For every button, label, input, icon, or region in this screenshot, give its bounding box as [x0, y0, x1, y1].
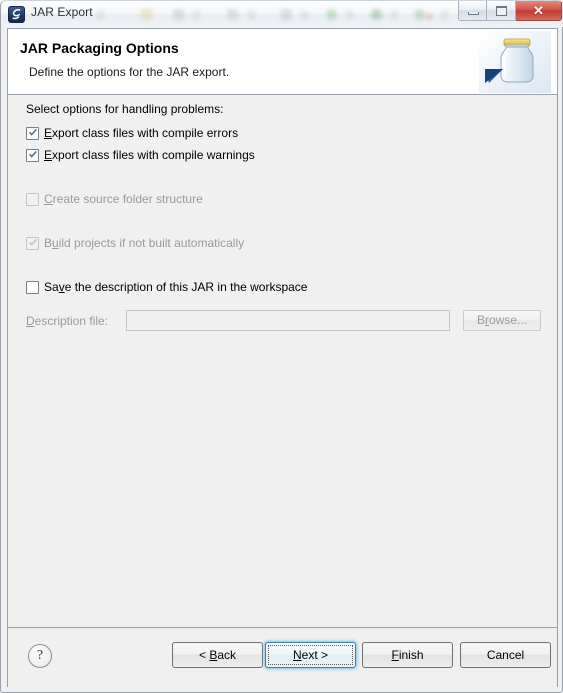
page-description: Define the options for the JAR export. — [29, 65, 230, 79]
label-start: Sa — [44, 280, 59, 294]
help-button[interactable]: ? — [28, 644, 52, 668]
checkmark-icon — [29, 129, 37, 136]
browse-button[interactable]: Browse... — [463, 310, 541, 331]
back-button[interactable]: < Back — [172, 642, 263, 668]
label-start: Cancel — [486, 648, 525, 662]
maximize-button[interactable] — [487, 1, 516, 21]
mnemonic-char: N — [292, 648, 302, 662]
checkbox-create-source-folder-structure: Create source folder structure — [26, 191, 203, 209]
wizard-header: JAR Packaging Options Define the options… — [8, 29, 557, 95]
maximize-icon — [496, 6, 507, 16]
mnemonic-char: D — [26, 314, 35, 328]
mnemonic-char: F — [391, 648, 399, 662]
dialog-screenshot: JAR Export ✕ JAR Packaging Options Defin… — [0, 0, 563, 693]
checkbox-box[interactable] — [26, 149, 39, 162]
cancel-button[interactable]: Cancel — [460, 642, 551, 668]
description-file-input[interactable] — [126, 310, 450, 331]
label-start: B — [476, 313, 485, 327]
description-file-row: Description file: Browse... — [26, 310, 541, 332]
dialog-content: JAR Packaging Options Define the options… — [7, 28, 558, 687]
page-title: JAR Packaging Options — [20, 40, 179, 56]
label-rest: ext > — [301, 648, 329, 662]
checkmark-icon — [29, 239, 37, 246]
minimize-button[interactable] — [458, 1, 487, 21]
checkbox-label: Build projects if not built automaticall… — [44, 235, 244, 252]
checkbox-build-projects-if-not-built: Build projects if not built automaticall… — [26, 235, 244, 253]
jar-export-window: JAR Export ✕ JAR Packaging Options Defin… — [0, 0, 563, 693]
label-rest: owse... — [489, 313, 528, 327]
mnemonic-char: E — [44, 126, 53, 140]
label-start: B — [44, 236, 53, 250]
section-label: Select options for handling problems: — [26, 102, 224, 116]
title-bar[interactable]: JAR Export ✕ — [1, 0, 563, 27]
checkbox-label: Export class files with compile warnings — [44, 147, 255, 164]
checkbox-export-compile-warnings[interactable]: Export class files with compile warnings — [26, 147, 255, 165]
next-button[interactable]: Next > — [265, 642, 356, 668]
checkbox-label: Export class files with compile errors — [44, 125, 238, 142]
checkbox-box — [26, 193, 39, 206]
label-rest: e the description of this JAR in the wor… — [64, 280, 308, 294]
checkmark-icon — [29, 151, 37, 158]
mnemonic-char: C — [44, 192, 53, 206]
mnemonic-char: u — [52, 236, 59, 250]
label-start: < — [198, 648, 210, 662]
window-controls: ✕ — [458, 1, 562, 22]
checkbox-save-description-in-workspace[interactable]: Save the description of this JAR in the … — [26, 279, 307, 297]
checkbox-box — [26, 237, 39, 250]
minimize-icon — [468, 12, 479, 15]
window-title: JAR Export — [31, 5, 93, 19]
checkbox-label: Save the description of this JAR in the … — [44, 279, 307, 296]
checkbox-export-compile-errors[interactable]: Export class files with compile errors — [26, 125, 238, 143]
label-rest: reate source folder structure — [52, 192, 203, 206]
mnemonic-char: E — [44, 148, 53, 162]
checkbox-label: Create source folder structure — [44, 191, 203, 208]
options-panel: Select options for handling problems: Ex… — [8, 95, 557, 625]
label-rest: xport class files with compile errors — [52, 126, 239, 140]
close-button[interactable]: ✕ — [516, 1, 562, 21]
label-rest: xport class files with compile warnings — [52, 148, 255, 162]
label-rest: ack — [217, 648, 237, 662]
finish-button[interactable]: Finish — [362, 642, 453, 668]
label-rest: inish — [398, 648, 424, 662]
button-bar: ? < Back Next > Finish Cancel — [8, 628, 557, 686]
label-rest: ild projects if not built automatically — [58, 236, 245, 250]
checkbox-box[interactable] — [26, 281, 39, 294]
close-icon: ✕ — [533, 3, 544, 18]
jar-icon — [479, 31, 551, 93]
checkbox-box[interactable] — [26, 127, 39, 140]
label-rest: escription file: — [34, 314, 109, 328]
description-file-label: Description file: — [26, 314, 108, 328]
jar-export-icon — [8, 6, 25, 23]
